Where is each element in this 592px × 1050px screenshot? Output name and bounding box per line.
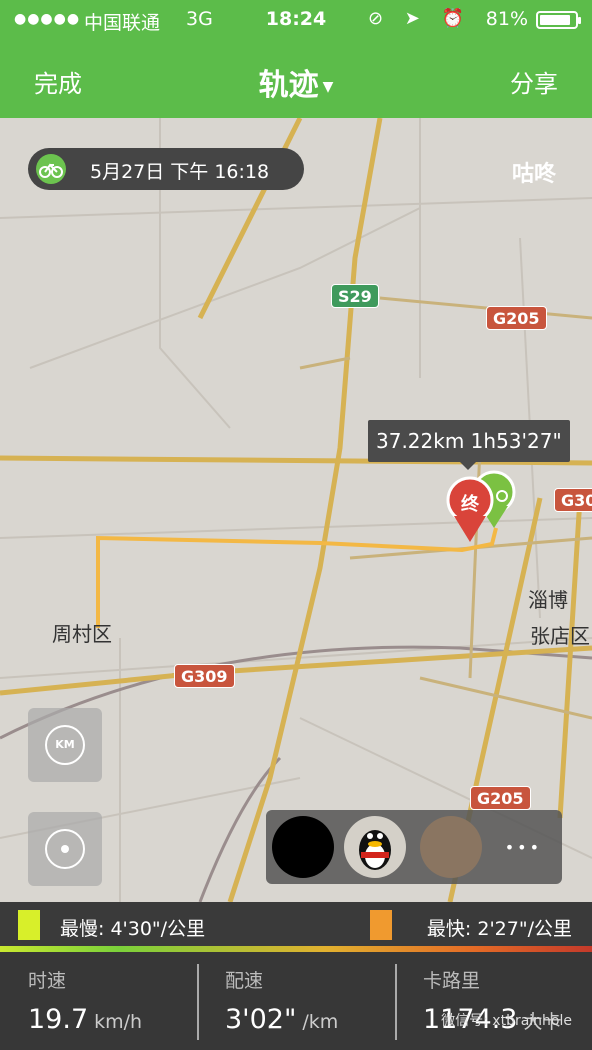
stat-unit: /km <box>302 1011 339 1033</box>
more-dots-icon[interactable]: ••• <box>505 838 542 857</box>
avatar-black[interactable] <box>272 816 334 878</box>
caret-down-icon: ▼ <box>322 78 334 95</box>
map-roads <box>0 118 592 902</box>
road-badge-g309: G309 <box>174 664 235 688</box>
stat-calories: 卡路里 1174.3 大卡 <box>395 952 592 1050</box>
stat-value: 3'02" <box>225 1004 297 1035</box>
slowest-pace: 最慢: 4'30"/公里 <box>60 918 206 940</box>
route-track <box>96 527 498 628</box>
stat-label: 配速 <box>225 970 264 992</box>
pace-legend: 最慢: 4'30"/公里 最快: 2'27"/公里 <box>0 902 592 946</box>
road-badge-g30: G30 <box>554 488 592 512</box>
share-button[interactable]: 分享 <box>510 64 558 99</box>
slow-swatch <box>18 910 40 940</box>
road-badge-s29: S29 <box>331 284 379 308</box>
road-badge-g205: G205 <box>486 306 547 330</box>
route-summary-tooltip: 37.22km 1h53'27" <box>368 420 570 470</box>
status-bar: ●●●●● 中国联通 3G 18:24 ⊘ ➤ ⏰ 81% <box>0 0 592 40</box>
locate-button[interactable] <box>28 812 102 886</box>
place-label-zhoucun: 周村区 <box>52 622 112 646</box>
page-title: 轨迹 <box>258 68 319 103</box>
road-badge-g205-south: G205 <box>470 786 531 810</box>
stat-value: 19.7 <box>28 1004 89 1035</box>
watermark: 微信号: xtbrainhole <box>441 1013 572 1029</box>
map-view[interactable]: 5月27日 下午 16:18 咕咚 S29 G205 G30 G309 G205… <box>0 118 592 902</box>
nav-bar: 完成 轨迹 ▼ 分享 <box>0 40 592 118</box>
qq-avatar[interactable] <box>344 816 406 878</box>
brand-label: 咕咚 <box>511 162 556 187</box>
battery-icon <box>536 11 581 29</box>
km-icon: KM <box>45 725 85 765</box>
fastest-pace: 最快: 2'27"/公里 <box>426 918 572 940</box>
stat-label: 时速 <box>28 970 67 992</box>
photo-avatar[interactable] <box>420 816 482 878</box>
km-toggle-button[interactable]: KM <box>28 708 102 782</box>
stat-unit: km/h <box>94 1011 143 1033</box>
end-marker-label: 终 <box>461 494 479 515</box>
title-dropdown[interactable]: 轨迹 ▼ <box>0 60 592 104</box>
stat-label: 卡路里 <box>423 970 481 992</box>
stat-pace: 配速 3'02"/km <box>197 952 394 1050</box>
place-label-zibo: 淄博 <box>528 588 568 612</box>
date-pill: 5月27日 下午 16:18 <box>28 148 304 190</box>
share-tray: ••• <box>266 810 562 884</box>
place-label-zhangdian: 张店区 <box>530 624 590 648</box>
stat-speed: 时速 19.7 km/h <box>0 952 197 1050</box>
stats-panel: 时速 19.7 km/h 配速 3'02"/km 卡路里 1174.3 大卡 微信号… <box>0 952 592 1050</box>
date-text: 5月27日 下午 16:18 <box>90 161 270 183</box>
status-icons: ⊘ ➤ ⏰ <box>367 8 472 29</box>
battery-percent: 81% <box>485 8 528 30</box>
fast-swatch <box>370 910 392 940</box>
bicycle-icon <box>36 154 66 184</box>
